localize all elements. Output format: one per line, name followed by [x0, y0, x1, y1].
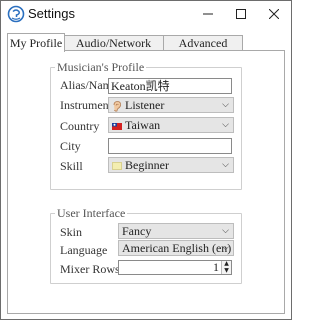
musicians-profile-legend: Musician's Profile [55, 60, 147, 75]
user-interface-legend: User Interface [55, 206, 128, 221]
tab-my-profile[interactable]: My Profile [7, 33, 65, 52]
spin-buttons: ▲ ▼ [221, 261, 231, 274]
language-value: American English (en) [122, 241, 232, 255]
tab-audio-network-setup[interactable]: Audio/Network Setup [63, 35, 164, 65]
skill-select[interactable]: Beginner ⌵ [108, 157, 234, 173]
skin-select[interactable]: Fancy ⌵ [118, 223, 234, 239]
skin-label: Skin [60, 225, 83, 239]
mixer-rows-spinbox[interactable]: 1 ▲ ▼ [118, 260, 232, 275]
instrument-label: Instrument [60, 98, 112, 112]
minimize-button[interactable] [197, 4, 219, 24]
close-icon [269, 9, 279, 19]
language-select[interactable]: American English (en) ⌵ [118, 240, 234, 256]
tab-bar: My Profile Audio/Network Setup Advanced … [1, 33, 291, 65]
minimize-icon [203, 13, 213, 15]
close-button[interactable] [263, 4, 285, 24]
instrument-value: Listener [125, 98, 165, 112]
title-bar[interactable]: Settings [1, 1, 291, 29]
mixer-rows-label: Mixer Rows [60, 262, 120, 276]
tab-advanced-setup[interactable]: Advanced Setup [163, 35, 243, 65]
instrument-select[interactable]: Listener ⌵ [108, 97, 234, 113]
skin-value: Fancy [122, 224, 152, 238]
spin-down-icon[interactable]: ▼ [223, 268, 230, 274]
city-label: City [60, 139, 81, 153]
maximize-button[interactable] [230, 4, 252, 24]
settings-window: Settings My Profile Audio/Network Setup … [0, 0, 292, 320]
window-title: Settings [28, 6, 75, 21]
alias-input[interactable]: Keaton凯特 [108, 78, 232, 94]
skill-color-swatch [112, 162, 122, 171]
taiwan-flag-icon [112, 122, 122, 130]
language-label: Language [60, 243, 108, 257]
ear-icon [113, 100, 121, 112]
maximize-icon [236, 9, 246, 19]
mixer-rows-value: 1 [213, 260, 219, 274]
chevron-down-icon: ⌵ [222, 243, 229, 253]
skill-value: Beginner [125, 158, 169, 172]
skill-label: Skill [60, 159, 83, 173]
country-label: Country [60, 119, 100, 133]
chevron-down-icon: ⌵ [222, 120, 229, 130]
chevron-down-icon: ⌵ [222, 100, 229, 110]
city-input[interactable] [108, 138, 232, 154]
chevron-down-icon: ⌵ [222, 226, 229, 236]
country-value: Taiwan [125, 118, 161, 132]
app-logo-icon [7, 5, 25, 23]
chevron-down-icon: ⌵ [222, 160, 229, 170]
country-select[interactable]: Taiwan ⌵ [108, 117, 234, 133]
